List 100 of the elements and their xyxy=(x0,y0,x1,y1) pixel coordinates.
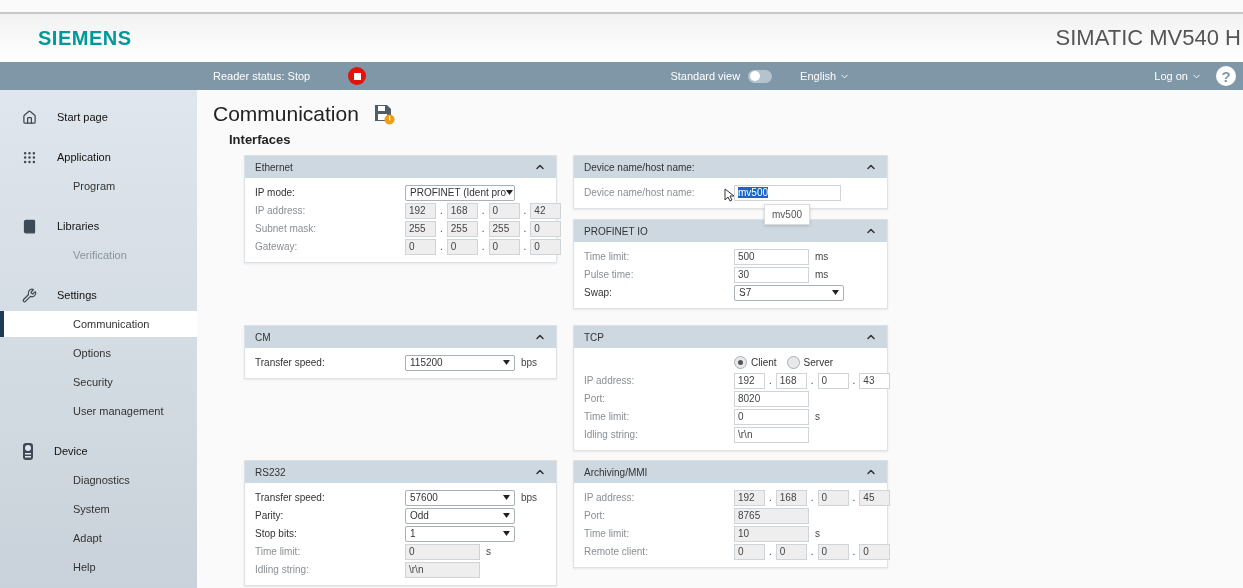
field-label: Transfer speed: xyxy=(255,357,325,368)
radio-label: Server xyxy=(803,357,834,368)
field-label: Time limit: xyxy=(584,411,630,422)
radio-button[interactable] xyxy=(734,356,747,369)
separator-dot: . xyxy=(810,492,814,503)
field-label: Swap: xyxy=(584,287,612,298)
product-name: SIMATIC MV540 H xyxy=(1055,25,1241,51)
radio-label: Client xyxy=(751,357,777,368)
dropdown-arrow-icon xyxy=(832,290,839,295)
section-heading: Interfaces xyxy=(229,132,292,147)
view-toggle[interactable] xyxy=(748,69,773,83)
sidebar-item[interactable]: System xyxy=(0,496,197,522)
separator-dot: . xyxy=(440,241,443,252)
separator-dot: . xyxy=(769,375,772,386)
dropdown[interactable]: 57600 xyxy=(405,489,515,506)
sidebar-group[interactable]: Start page xyxy=(0,104,197,130)
unit-label: bps xyxy=(521,492,538,503)
sidebar-item[interactable]: Diagnostics xyxy=(0,467,197,493)
field-label: Port: xyxy=(584,510,606,521)
home-icon xyxy=(22,109,37,125)
input-field[interactable]: 0 xyxy=(734,408,809,425)
separator-dot: . xyxy=(481,241,485,252)
separator-dot: . xyxy=(810,375,814,386)
ip-octet-field[interactable]: 168 xyxy=(775,372,807,389)
radio-button[interactable] xyxy=(786,356,800,369)
field-label: Idling string: xyxy=(255,564,309,575)
view-label: Standard view xyxy=(670,70,741,82)
separator-dot: . xyxy=(481,223,485,234)
sidebar-group[interactable]: Application xyxy=(0,144,197,170)
sidebar-group[interactable]: Libraries xyxy=(0,213,197,239)
separator-dot: . xyxy=(440,205,443,216)
sidebar-item[interactable]: Communication xyxy=(0,311,197,337)
stop-icon[interactable] xyxy=(348,67,367,85)
field-label: Time limit: xyxy=(584,528,630,539)
dropdown-arrow-icon xyxy=(503,513,510,518)
sidebar-group[interactable]: Settings xyxy=(0,282,197,308)
sidebar-item[interactable]: Help xyxy=(0,554,197,580)
panel-title: Ethernet xyxy=(255,161,293,173)
input-field[interactable]: 30 xyxy=(734,266,809,283)
sidebar-item[interactable]: User management xyxy=(0,398,197,424)
dropdown[interactable]: 1 xyxy=(405,525,515,542)
panel-header[interactable]: TCP xyxy=(574,326,887,348)
sidebar-item[interactable]: Options xyxy=(0,340,197,366)
dropdown[interactable]: Odd xyxy=(405,507,515,524)
panel-header[interactable]: Device name/host name: xyxy=(574,156,887,178)
save-icon[interactable] xyxy=(372,103,395,125)
panel-header[interactable]: CM xyxy=(245,326,556,348)
panel-title: CM xyxy=(255,331,271,343)
dropdown[interactable]: 115200 xyxy=(405,354,515,371)
dropdown-arrow-icon xyxy=(505,190,513,195)
sidebar-item[interactable]: Program xyxy=(0,173,197,199)
sidebar-item[interactable]: Adapt xyxy=(0,525,197,551)
siemens-logo: SIEMENS xyxy=(38,26,132,50)
panel-header[interactable]: PROFINET IO xyxy=(574,220,887,242)
ip-octet-field[interactable]: 192 xyxy=(734,372,765,389)
field-label: Remote client: xyxy=(584,546,648,557)
unit-label: bps xyxy=(521,357,538,368)
panel-title: RS232 xyxy=(255,466,286,478)
dropdown-arrow-icon xyxy=(503,495,510,500)
sidebar-item[interactable]: Security xyxy=(0,369,197,395)
field-label: Port: xyxy=(584,393,606,404)
separator-dot: . xyxy=(852,375,856,386)
separator-dot: . xyxy=(481,205,485,216)
panel-header[interactable]: RS232 xyxy=(245,461,556,483)
input-field[interactable]: \r\n xyxy=(734,426,809,443)
panel-title: PROFINET IO xyxy=(584,225,648,237)
sidebar-group[interactable]: Device xyxy=(0,438,197,464)
unit-label: s xyxy=(486,546,491,557)
ip-octet-field[interactable]: 0 xyxy=(817,372,849,389)
panel-title: Device name/host name: xyxy=(584,161,695,173)
autocomplete-suggestion[interactable]: mv500 xyxy=(764,203,810,225)
unit-label: s xyxy=(815,411,820,422)
dropdown[interactable]: S7 xyxy=(734,284,844,301)
panel-header[interactable]: Archiving/MMI xyxy=(574,461,887,483)
input-field[interactable]: 8020 xyxy=(734,390,809,407)
field-label: IP address: xyxy=(584,492,635,503)
device-icon xyxy=(22,442,34,460)
field-label: Gateway: xyxy=(255,241,298,252)
grid-icon xyxy=(22,149,37,165)
book-icon xyxy=(22,218,37,234)
panel-header[interactable]: Ethernet xyxy=(245,156,556,178)
dropdown[interactable]: PROFINET (Ident pro xyxy=(405,184,515,201)
ip-octet-field[interactable]: 43 xyxy=(859,372,891,389)
dropdown-arrow-icon xyxy=(503,360,510,365)
separator-dot: . xyxy=(523,205,527,216)
unit-label: ms xyxy=(815,269,829,280)
dropdown-arrow-icon xyxy=(503,531,510,536)
mouse-pointer-icon xyxy=(724,187,734,202)
field-label: Parity: xyxy=(255,510,284,521)
separator-dot: . xyxy=(523,241,527,252)
field-label: Transfer speed: xyxy=(255,492,325,503)
field-label: Pulse time: xyxy=(584,269,634,280)
separator-dot: . xyxy=(440,223,443,234)
field-label: Idling string: xyxy=(584,429,638,440)
input-field[interactable]: 500 xyxy=(734,248,809,265)
wrench-icon xyxy=(22,287,37,303)
panel-title: Archiving/MMI xyxy=(584,466,648,478)
separator-dot: . xyxy=(769,546,772,557)
input-field[interactable]: mv500 xyxy=(734,184,841,201)
separator-dot: . xyxy=(852,546,856,557)
